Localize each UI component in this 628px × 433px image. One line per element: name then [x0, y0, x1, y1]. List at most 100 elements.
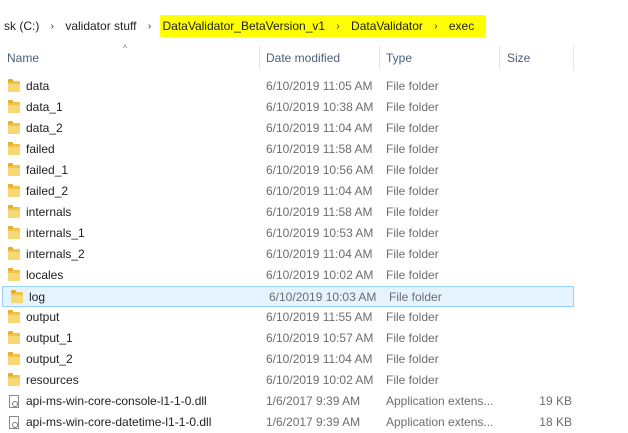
file-type: Application extens... [386, 415, 494, 429]
file-type: File folder [386, 184, 439, 198]
file-size [500, 139, 572, 160]
highlighted-path: DataValidator_BetaVersion_v1 › DataValid… [160, 15, 487, 37]
column-header-size[interactable]: Size [507, 44, 530, 72]
folder-icon [8, 268, 21, 283]
folder-icon [8, 310, 21, 325]
file-date-modified: 6/10/2019 10:57 AM [266, 331, 374, 345]
file-type: File folder [386, 310, 439, 324]
file-type: File folder [386, 331, 439, 345]
file-row[interactable]: log 6/10/2019 10:03 AM File folder [2, 286, 574, 307]
column-divider[interactable] [259, 46, 260, 70]
file-row[interactable]: internals 6/10/2019 11:58 AM File folder [0, 202, 628, 223]
breadcrumb-separator-icon[interactable]: › [138, 21, 160, 32]
folder-icon [8, 184, 21, 199]
breadcrumb-validator-stuff[interactable]: validator stuff [63, 16, 138, 36]
file-date-modified: 6/10/2019 11:58 AM [266, 142, 373, 156]
file-type: File folder [386, 373, 439, 387]
folder-icon [8, 247, 21, 262]
file-type: File folder [386, 352, 439, 366]
file-row[interactable]: locales 6/10/2019 10:02 AM File folder [0, 265, 628, 286]
folder-icon [8, 142, 21, 157]
file-date-modified: 6/10/2019 11:58 AM [266, 205, 373, 219]
file-name: internals [26, 205, 72, 219]
file-row[interactable]: api-ms-win-core-datetime-l1-1-0.dll 1/6/2… [0, 412, 628, 433]
file-name: api-ms-win-core-console-l1-1-0.dll [26, 394, 207, 408]
file-name: data_2 [26, 121, 63, 135]
file-type: File folder [386, 205, 439, 219]
file-date-modified: 6/10/2019 10:03 AM [269, 290, 377, 304]
folder-icon [8, 121, 21, 136]
file-name: api-ms-win-core-datetime-l1-1-0.dll [26, 415, 212, 429]
file-size [500, 307, 572, 328]
file-type: File folder [386, 247, 439, 261]
file-row[interactable]: output_2 6/10/2019 11:04 AM File folder [0, 349, 628, 370]
file-row[interactable]: api-ms-win-core-console-l1-1-0.dll 1/6/20… [0, 391, 628, 412]
file-size [500, 244, 572, 265]
file-date-modified: 1/6/2017 9:39 AM [266, 394, 361, 408]
column-divider[interactable] [573, 46, 574, 70]
column-divider[interactable] [379, 46, 380, 70]
address-bar[interactable]: sk (C:) › validator stuff › DataValidato… [0, 13, 628, 39]
file-size [500, 349, 572, 370]
file-name: log [29, 290, 46, 304]
file-date-modified: 6/10/2019 11:04 AM [266, 352, 373, 366]
file-size [500, 223, 572, 244]
column-divider[interactable] [499, 46, 500, 70]
file-date-modified: 6/10/2019 11:04 AM [266, 247, 373, 261]
file-size: 18 KB [539, 415, 572, 429]
file-name: failed [26, 142, 55, 156]
file-date-modified: 6/10/2019 10:38 AM [266, 100, 374, 114]
file-size [500, 370, 572, 391]
file-row[interactable]: data_2 6/10/2019 11:04 AM File folder [0, 118, 628, 139]
file-row[interactable]: data 6/10/2019 11:05 AM File folder [0, 76, 628, 97]
folder-icon [8, 205, 21, 220]
file-name: output_2 [26, 352, 73, 366]
file-size [503, 287, 575, 308]
folder-icon [8, 352, 21, 367]
file-type: File folder [386, 268, 439, 282]
file-date-modified: 6/10/2019 10:02 AM [266, 268, 374, 282]
folder-icon [8, 79, 21, 94]
breadcrumb-datavalidator-betaversion[interactable]: DataValidator_BetaVersion_v1 [160, 16, 327, 36]
breadcrumb-separator-icon[interactable]: › [425, 21, 447, 32]
file-date-modified: 6/10/2019 11:04 AM [266, 121, 373, 135]
file-size [500, 181, 572, 202]
file-row[interactable]: output_1 6/10/2019 10:57 AM File folder [0, 328, 628, 349]
file-row[interactable]: failed 6/10/2019 11:58 AM File folder [0, 139, 628, 160]
column-header-date-modified[interactable]: Date modified [266, 44, 340, 72]
column-header-name[interactable]: Name [7, 44, 39, 72]
file-size [500, 76, 572, 97]
file-size [500, 118, 572, 139]
file-row[interactable]: resources 6/10/2019 10:02 AM File folder [0, 370, 628, 391]
file-size: 19 KB [539, 394, 572, 408]
file-size [500, 160, 572, 181]
breadcrumb-separator-icon[interactable]: › [327, 21, 349, 32]
folder-icon [11, 290, 24, 305]
file-date-modified: 6/10/2019 11:04 AM [266, 184, 373, 198]
file-name: failed_1 [26, 163, 69, 177]
file-row[interactable]: internals_1 6/10/2019 10:53 AM File folder [0, 223, 628, 244]
file-type: File folder [386, 79, 439, 93]
file-type: Application extens... [386, 394, 494, 408]
file-date-modified: 6/10/2019 10:02 AM [266, 373, 374, 387]
file-type: File folder [386, 226, 439, 240]
file-row[interactable]: output 6/10/2019 11:55 AM File folder [0, 307, 628, 328]
file-date-modified: 1/6/2017 9:39 AM [266, 415, 361, 429]
folder-icon [8, 331, 21, 346]
file-type: File folder [386, 142, 439, 156]
file-type: File folder [386, 163, 439, 177]
breadcrumb-drive[interactable]: sk (C:) [2, 16, 41, 36]
file-date-modified: 6/10/2019 10:56 AM [266, 163, 374, 177]
breadcrumb-datavalidator[interactable]: DataValidator [349, 16, 425, 36]
file-date-modified: 6/10/2019 10:53 AM [266, 226, 374, 240]
column-header-type[interactable]: Type [386, 44, 412, 72]
breadcrumb-separator-icon[interactable]: › [41, 21, 63, 32]
file-name: failed_2 [26, 184, 69, 198]
file-name: internals_1 [26, 226, 85, 240]
file-row[interactable]: failed_1 6/10/2019 10:56 AM File folder [0, 160, 628, 181]
file-name: output [26, 310, 60, 324]
file-row[interactable]: failed_2 6/10/2019 11:04 AM File folder [0, 181, 628, 202]
file-row[interactable]: data_1 6/10/2019 10:38 AM File folder [0, 97, 628, 118]
file-row[interactable]: internals_2 6/10/2019 11:04 AM File folder [0, 244, 628, 265]
breadcrumb-exec[interactable]: exec [447, 16, 476, 36]
